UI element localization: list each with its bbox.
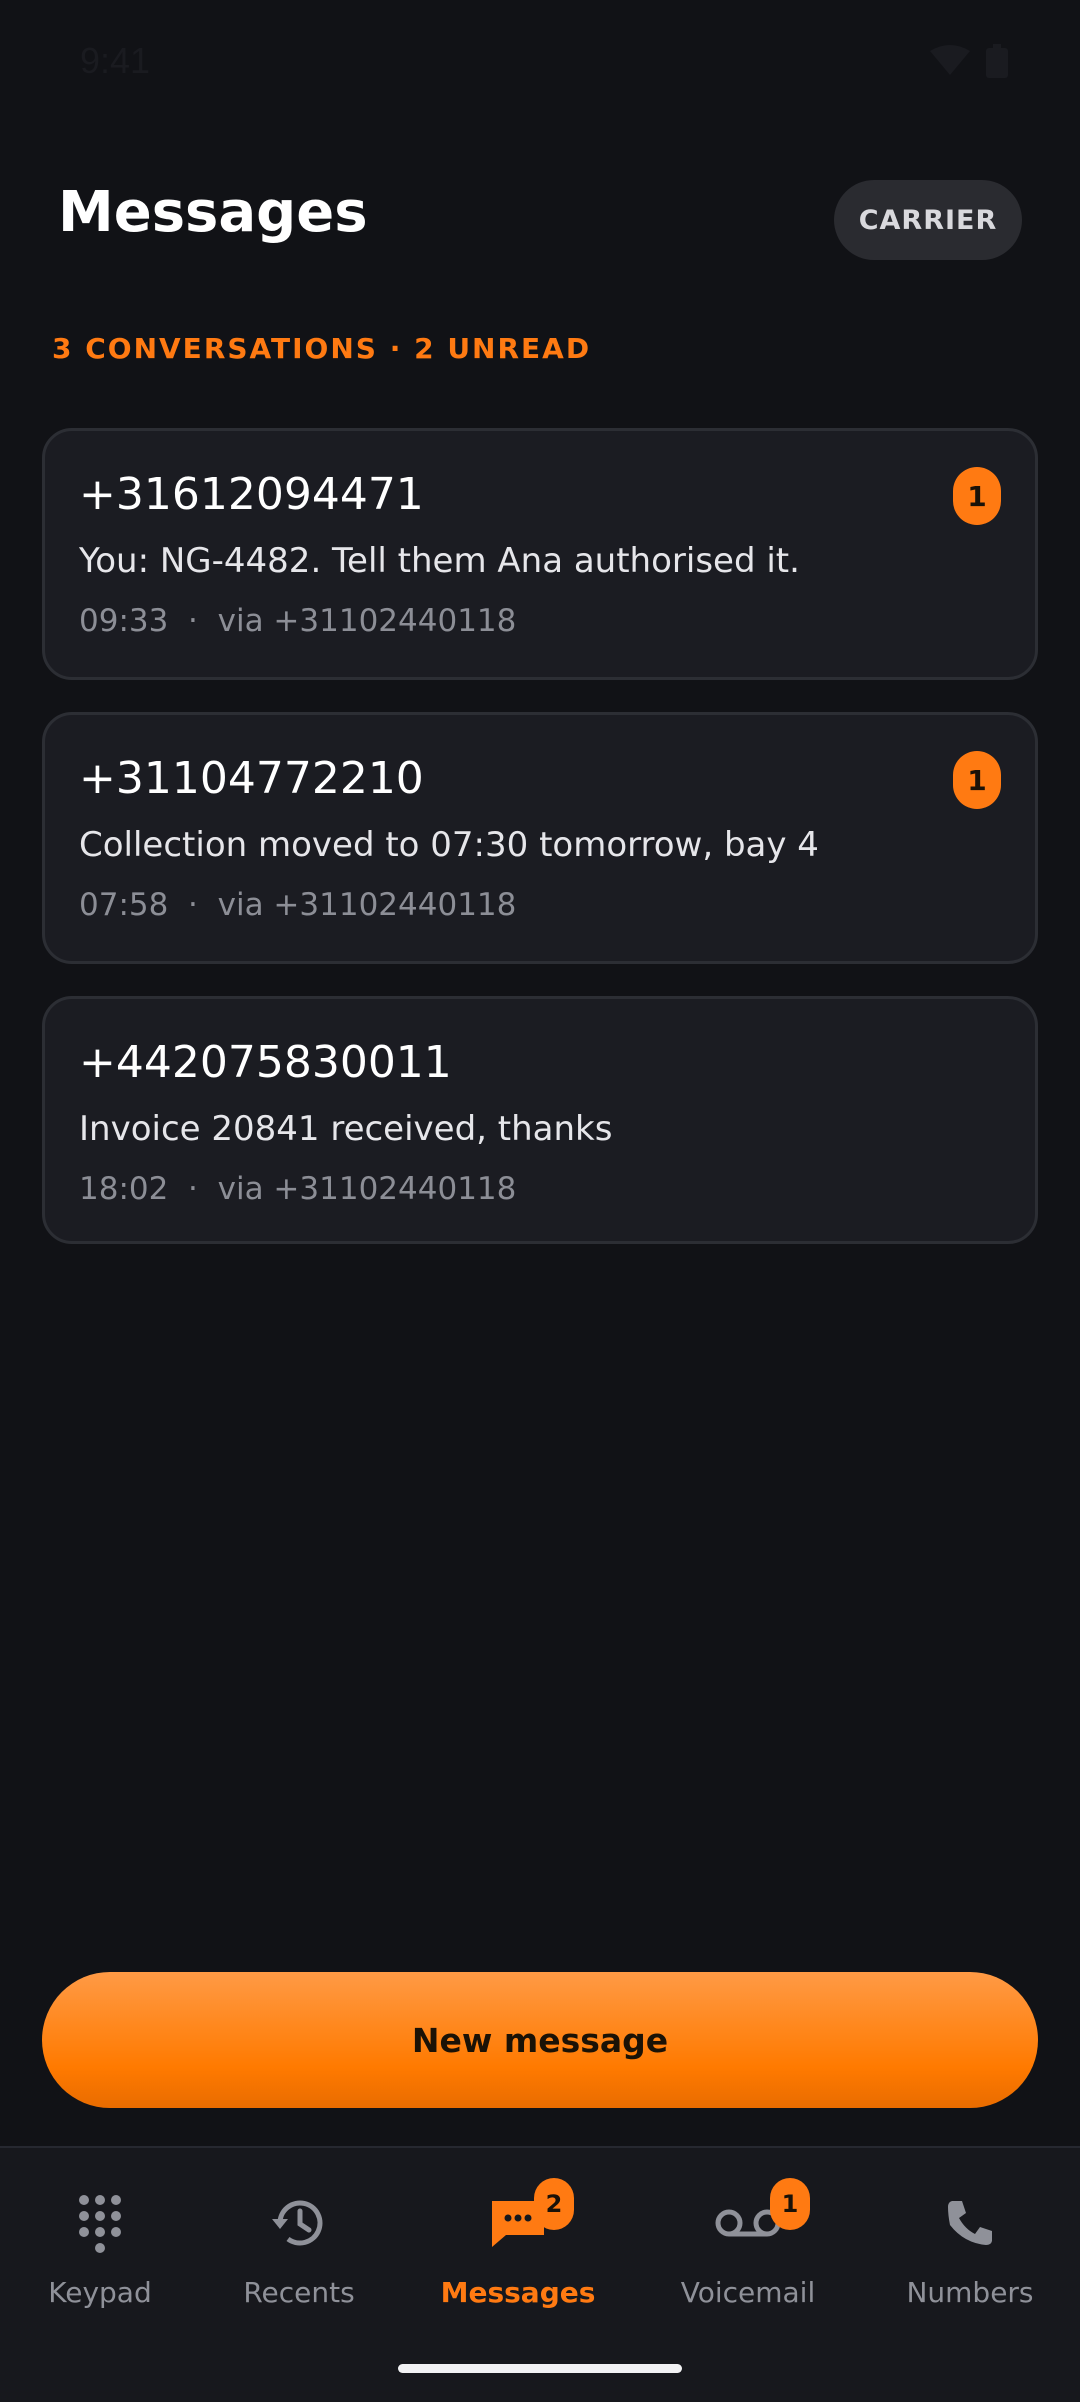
conversation-number: +31612094471 (79, 469, 424, 520)
meta-separator: · (178, 603, 208, 639)
status-time: 9:41 (80, 40, 151, 81)
status-bar: 9:41 (0, 0, 1080, 128)
status-icons (930, 44, 1008, 78)
tab-numbers[interactable]: Numbers (870, 2178, 1070, 2309)
conversation-summary: 3 CONVERSATIONS · 2 UNREAD (52, 332, 592, 365)
tab-label: Voicemail (680, 2276, 816, 2309)
carrier-button[interactable]: CARRIER (834, 180, 1022, 260)
conversation-via: via +31102440118 (217, 887, 517, 923)
conversation-number: +442075830011 (79, 1037, 452, 1088)
unread-badge: 1 (953, 467, 1001, 525)
conversation-item[interactable]: +31104772210 1 Collection moved to 07:30… (42, 712, 1038, 964)
tab-label: Recents (243, 2276, 355, 2309)
tab-keypad[interactable]: Keypad (0, 2178, 200, 2309)
conversation-via: via +31102440118 (217, 603, 517, 639)
conversation-list: +31612094471 1 You: NG-4482. Tell them A… (42, 428, 1038, 1276)
conversation-preview: Invoice 20841 received, thanks (79, 1109, 613, 1149)
tab-messages[interactable]: 2 Messages (418, 2178, 618, 2309)
conversation-time: 09:33 (79, 603, 169, 639)
tab-badge: 1 (770, 2178, 810, 2230)
tab-label: Messages (440, 2276, 596, 2309)
conversation-time: 18:02 (79, 1171, 169, 1207)
conversation-meta: 07:58 · via +31102440118 (79, 887, 516, 923)
tab-badge: 2 (534, 2178, 574, 2230)
keypad-icon (79, 2195, 121, 2253)
conversation-item[interactable]: +31612094471 1 You: NG-4482. Tell them A… (42, 428, 1038, 680)
conversation-item[interactable]: +442075830011 Invoice 20841 received, th… (42, 996, 1038, 1244)
tab-label: Numbers (906, 2276, 1034, 2309)
history-icon (272, 2200, 323, 2246)
new-message-button[interactable]: New message (42, 1972, 1038, 2108)
meta-separator: · (178, 887, 208, 923)
phone-icon (948, 2201, 992, 2245)
tab-label: Keypad (48, 2276, 152, 2309)
conversation-preview: You: NG-4482. Tell them Ana authorised i… (79, 541, 800, 581)
conversation-preview: Collection moved to 07:30 tomorrow, bay … (79, 825, 819, 865)
conversation-meta: 09:33 · via +31102440118 (79, 603, 516, 639)
battery-icon (986, 44, 1008, 78)
unread-badge: 1 (953, 751, 1001, 809)
page-title: Messages (58, 180, 368, 245)
conversation-via: via +31102440118 (217, 1171, 517, 1207)
meta-separator: · (178, 1171, 208, 1207)
tab-recents[interactable]: Recents (199, 2178, 399, 2309)
conversation-time: 07:58 (79, 887, 169, 923)
tab-voicemail[interactable]: 1 Voicemail (648, 2178, 848, 2309)
conversation-meta: 18:02 · via +31102440118 (79, 1171, 516, 1207)
conversation-number: +31104772210 (79, 753, 424, 804)
wifi-icon (930, 45, 970, 75)
home-indicator[interactable] (398, 2364, 682, 2373)
